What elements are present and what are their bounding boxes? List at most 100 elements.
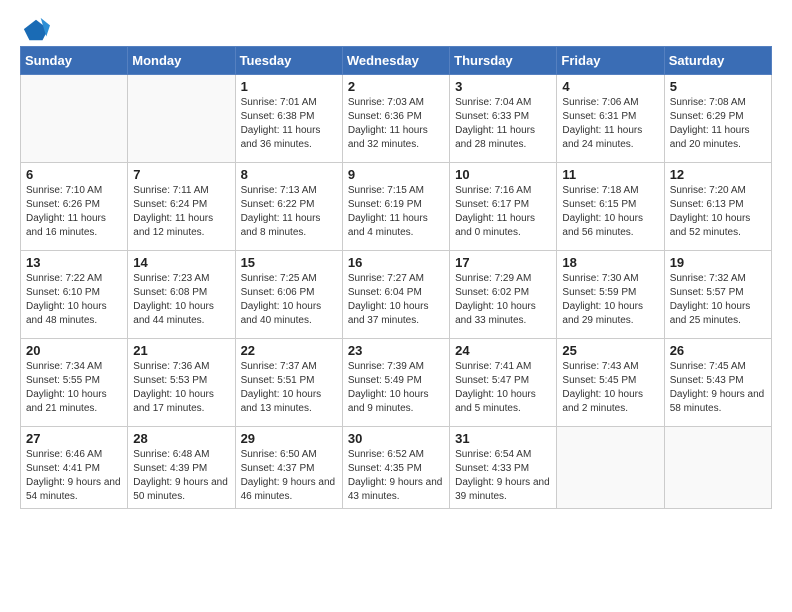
day-info: Sunrise: 7:13 AM Sunset: 6:22 PM Dayligh… [241,184,337,240]
day-header-saturday: Saturday [664,47,771,75]
day-number: 27 [26,431,122,446]
day-number: 24 [455,343,551,358]
calendar-cell: 8 Sunrise: 7:13 AM Sunset: 6:22 PM Daylig… [235,163,342,251]
calendar-cell: 12 Sunrise: 7:20 AM Sunset: 6:13 PM Dayli… [664,163,771,251]
day-number: 25 [562,343,658,358]
day-info: Sunrise: 7:01 AM Sunset: 6:38 PM Dayligh… [241,96,337,152]
day-header-wednesday: Wednesday [342,47,449,75]
day-info: Sunrise: 7:22 AM Sunset: 6:10 PM Dayligh… [26,272,122,328]
calendar-cell [128,75,235,163]
calendar-cell: 27Sunrise: 6:46 AM Sunset: 4:41 PM Dayli… [21,427,128,509]
calendar-cell: 21 Sunrise: 7:36 AM Sunset: 5:53 PM Dayli… [128,339,235,427]
calendar-cell: 16 Sunrise: 7:27 AM Sunset: 6:04 PM Dayli… [342,251,449,339]
calendar-cell: 15Sunrise: 7:25 AM Sunset: 6:06 PM Dayli… [235,251,342,339]
day-info: Sunrise: 7:45 AM Sunset: 5:43 PM Dayligh… [670,360,766,416]
day-info: Sunrise: 6:52 AM Sunset: 4:35 PM Dayligh… [348,448,444,504]
day-header-sunday: Sunday [21,47,128,75]
calendar-cell: 25 Sunrise: 7:43 AM Sunset: 5:45 PM Dayli… [557,339,664,427]
day-number: 29 [241,431,337,446]
calendar-cell: 4Sunrise: 7:06 AM Sunset: 6:31 PM Daylig… [557,75,664,163]
calendar-cell: 23 Sunrise: 7:39 AM Sunset: 5:49 PM Dayli… [342,339,449,427]
day-info: Sunrise: 7:27 AM Sunset: 6:04 PM Dayligh… [348,272,444,328]
day-info: Sunrise: 7:43 AM Sunset: 5:45 PM Dayligh… [562,360,658,416]
day-number: 1 [241,79,337,94]
day-number: 12 [670,167,766,182]
calendar-cell: 10Sunrise: 7:16 AM Sunset: 6:17 PM Dayli… [450,163,557,251]
calendar-cell: 29 Sunrise: 6:50 AM Sunset: 4:37 PM Dayli… [235,427,342,509]
day-header-thursday: Thursday [450,47,557,75]
calendar-cell: 31 Sunrise: 6:54 AM Sunset: 4:33 PM Dayli… [450,427,557,509]
day-info: Sunrise: 7:29 AM Sunset: 6:02 PM Dayligh… [455,272,551,328]
day-info: Sunrise: 7:11 AM Sunset: 6:24 PM Dayligh… [133,184,229,240]
calendar-cell: 5Sunrise: 7:08 AM Sunset: 6:29 PM Daylig… [664,75,771,163]
day-number: 20 [26,343,122,358]
day-number: 16 [348,255,444,270]
calendar-cell: 13 Sunrise: 7:22 AM Sunset: 6:10 PM Dayli… [21,251,128,339]
day-number: 2 [348,79,444,94]
calendar-cell: 28 Sunrise: 6:48 AM Sunset: 4:39 PM Dayli… [128,427,235,509]
calendar-cell [557,427,664,509]
day-info: Sunrise: 7:39 AM Sunset: 5:49 PM Dayligh… [348,360,444,416]
day-number: 3 [455,79,551,94]
day-header-monday: Monday [128,47,235,75]
day-info: Sunrise: 7:04 AM Sunset: 6:33 PM Dayligh… [455,96,551,152]
calendar-cell: 7 Sunrise: 7:11 AM Sunset: 6:24 PM Daylig… [128,163,235,251]
calendar-cell: 20 Sunrise: 7:34 AM Sunset: 5:55 PM Dayli… [21,339,128,427]
day-number: 8 [241,167,337,182]
week-row-3: 20 Sunrise: 7:34 AM Sunset: 5:55 PM Dayli… [21,339,772,427]
calendar-cell: 19 Sunrise: 7:32 AM Sunset: 5:57 PM Dayli… [664,251,771,339]
day-number: 11 [562,167,658,182]
logo-text [20,16,50,44]
day-info: Sunrise: 7:08 AM Sunset: 6:29 PM Dayligh… [670,96,766,152]
day-info: Sunrise: 7:23 AM Sunset: 6:08 PM Dayligh… [133,272,229,328]
day-number: 31 [455,431,551,446]
calendar-cell: 24Sunrise: 7:41 AM Sunset: 5:47 PM Dayli… [450,339,557,427]
day-number: 28 [133,431,229,446]
calendar-cell: 22Sunrise: 7:37 AM Sunset: 5:51 PM Dayli… [235,339,342,427]
day-info: Sunrise: 6:54 AM Sunset: 4:33 PM Dayligh… [455,448,551,504]
day-number: 14 [133,255,229,270]
logo [20,16,50,40]
calendar: SundayMondayTuesdayWednesdayThursdayFrid… [20,46,772,509]
calendar-cell: 18 Sunrise: 7:30 AM Sunset: 5:59 PM Dayli… [557,251,664,339]
day-info: Sunrise: 7:10 AM Sunset: 6:26 PM Dayligh… [26,184,122,240]
day-number: 13 [26,255,122,270]
calendar-cell: 9Sunrise: 7:15 AM Sunset: 6:19 PM Daylig… [342,163,449,251]
calendar-header-row: SundayMondayTuesdayWednesdayThursdayFrid… [21,47,772,75]
calendar-cell: 3 Sunrise: 7:04 AM Sunset: 6:33 PM Daylig… [450,75,557,163]
day-number: 30 [348,431,444,446]
day-number: 18 [562,255,658,270]
day-info: Sunrise: 6:50 AM Sunset: 4:37 PM Dayligh… [241,448,337,504]
day-info: Sunrise: 6:48 AM Sunset: 4:39 PM Dayligh… [133,448,229,504]
day-number: 10 [455,167,551,182]
calendar-cell [21,75,128,163]
day-info: Sunrise: 7:03 AM Sunset: 6:36 PM Dayligh… [348,96,444,152]
day-number: 23 [348,343,444,358]
day-info: Sunrise: 7:32 AM Sunset: 5:57 PM Dayligh… [670,272,766,328]
calendar-cell: 14 Sunrise: 7:23 AM Sunset: 6:08 PM Dayli… [128,251,235,339]
week-row-0: 1 Sunrise: 7:01 AM Sunset: 6:38 PM Daylig… [21,75,772,163]
calendar-cell: 17 Sunrise: 7:29 AM Sunset: 6:02 PM Dayli… [450,251,557,339]
day-number: 21 [133,343,229,358]
day-number: 26 [670,343,766,358]
day-info: Sunrise: 7:20 AM Sunset: 6:13 PM Dayligh… [670,184,766,240]
day-number: 17 [455,255,551,270]
day-info: Sunrise: 7:34 AM Sunset: 5:55 PM Dayligh… [26,360,122,416]
day-info: Sunrise: 7:30 AM Sunset: 5:59 PM Dayligh… [562,272,658,328]
week-row-4: 27Sunrise: 6:46 AM Sunset: 4:41 PM Dayli… [21,427,772,509]
day-info: Sunrise: 7:36 AM Sunset: 5:53 PM Dayligh… [133,360,229,416]
page: SundayMondayTuesdayWednesdayThursdayFrid… [0,0,792,612]
day-info: Sunrise: 7:37 AM Sunset: 5:51 PM Dayligh… [241,360,337,416]
week-row-1: 6Sunrise: 7:10 AM Sunset: 6:26 PM Daylig… [21,163,772,251]
day-number: 15 [241,255,337,270]
day-number: 4 [562,79,658,94]
day-number: 19 [670,255,766,270]
calendar-cell: 26 Sunrise: 7:45 AM Sunset: 5:43 PM Dayli… [664,339,771,427]
calendar-cell: 1 Sunrise: 7:01 AM Sunset: 6:38 PM Daylig… [235,75,342,163]
day-info: Sunrise: 7:18 AM Sunset: 6:15 PM Dayligh… [562,184,658,240]
day-number: 7 [133,167,229,182]
logo-icon [22,16,50,44]
header [20,16,772,40]
calendar-cell: 11 Sunrise: 7:18 AM Sunset: 6:15 PM Dayli… [557,163,664,251]
calendar-cell: 30 Sunrise: 6:52 AM Sunset: 4:35 PM Dayli… [342,427,449,509]
